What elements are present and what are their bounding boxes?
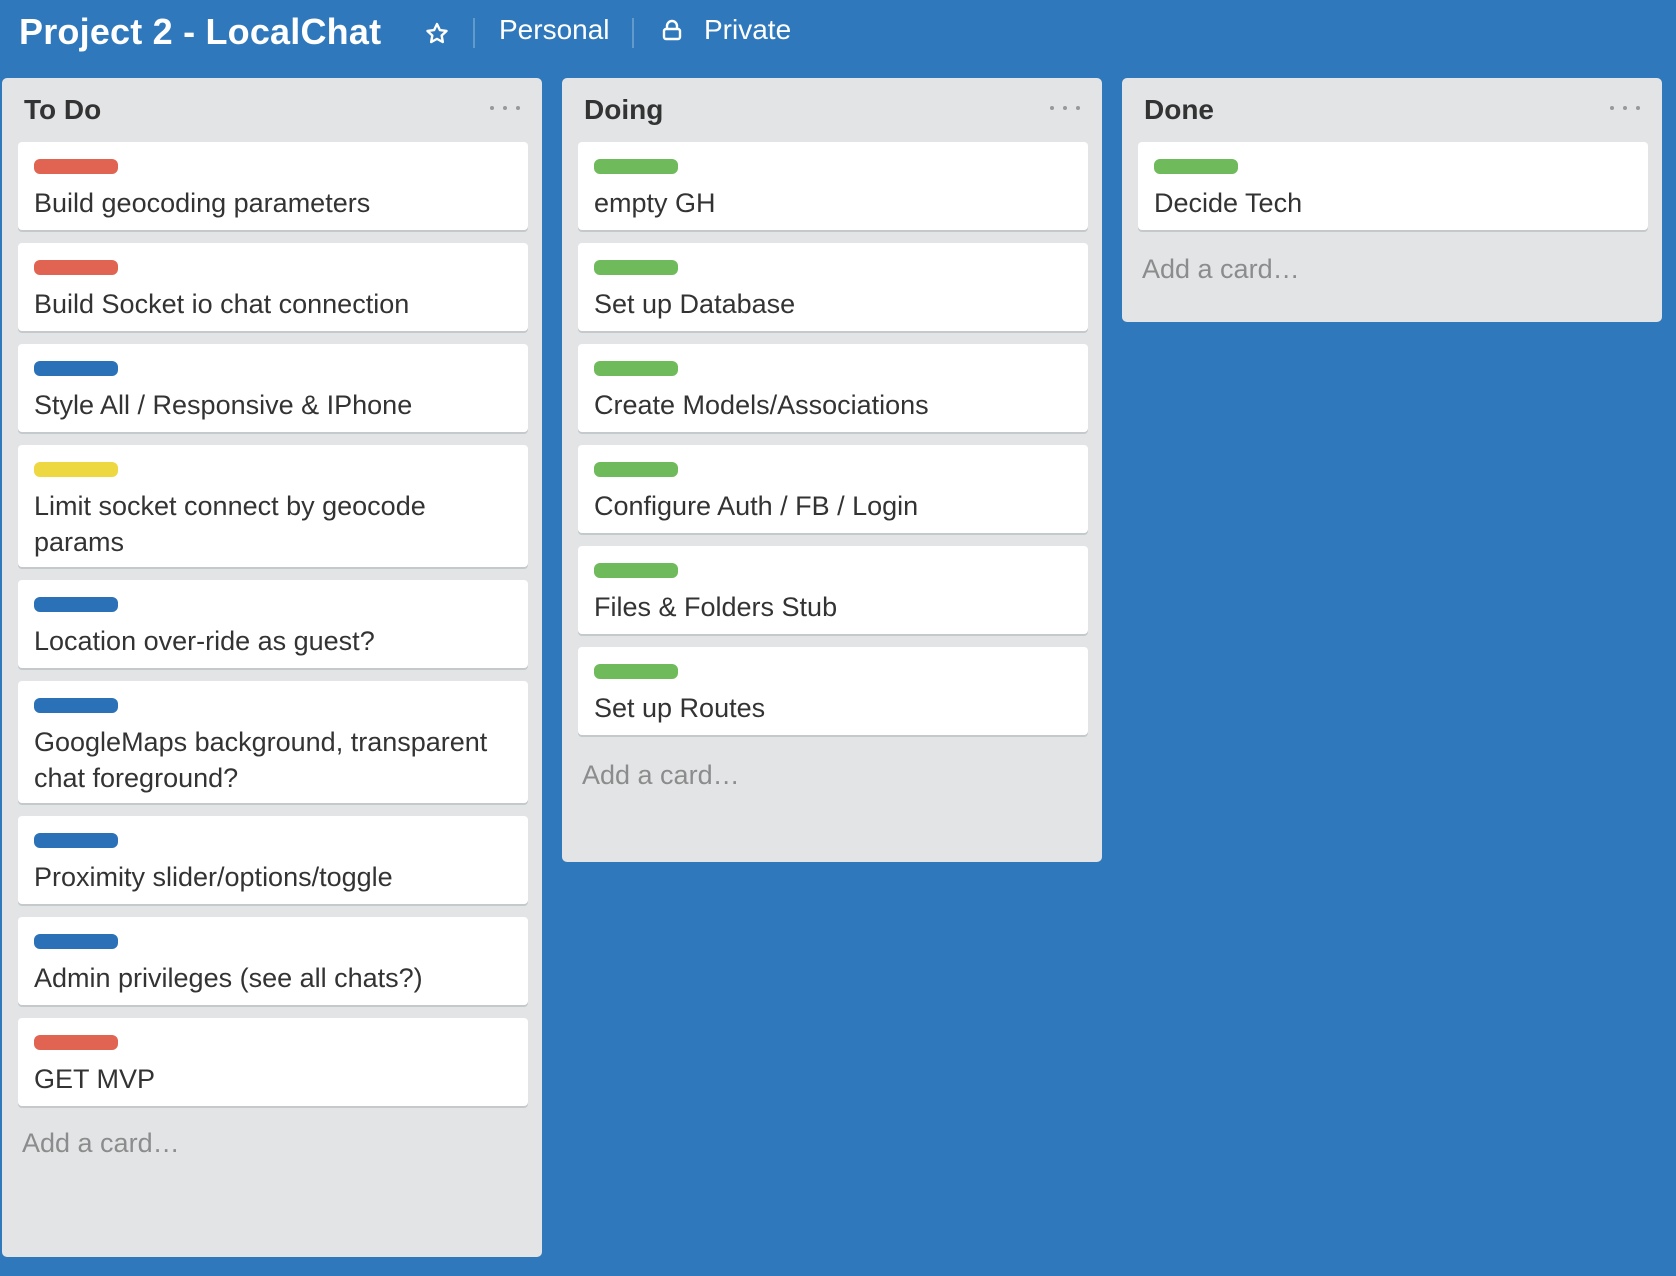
card-label-red: [34, 260, 118, 275]
board-title[interactable]: Project 2 - LocalChat: [19, 11, 381, 53]
list-title[interactable]: Doing: [584, 94, 663, 126]
card[interactable]: Set up Routes: [578, 647, 1088, 735]
card-label-green: [594, 462, 678, 477]
card-label-blue: [34, 361, 118, 376]
card-label-red: [34, 1035, 118, 1050]
header-divider: [632, 18, 634, 48]
card-label-blue: [34, 597, 118, 612]
card-label-yellow: [34, 462, 118, 477]
card[interactable]: Build geocoding parameters: [18, 142, 528, 230]
card-label-green: [594, 361, 678, 376]
list-menu-button[interactable]: [1050, 98, 1080, 118]
add-card-button[interactable]: Add a card…: [582, 760, 740, 791]
card-title: Decide Tech: [1154, 188, 1303, 218]
card-label-green: [594, 260, 678, 275]
visibility-button[interactable]: Private: [658, 14, 791, 46]
list-todo: To Do Build geocoding parameters Build S…: [2, 78, 542, 1257]
card-label-green: [1154, 159, 1238, 174]
card-label-blue: [34, 698, 118, 713]
card[interactable]: empty GH: [578, 142, 1088, 230]
card-title: Proximity slider/options/toggle: [34, 862, 393, 892]
card-title: Files & Folders Stub: [594, 592, 838, 622]
card[interactable]: Create Models/Associations: [578, 344, 1088, 432]
card-title: Style All / Responsive & IPhone: [34, 390, 413, 420]
list-title[interactable]: To Do: [24, 94, 101, 126]
card[interactable]: Files & Folders Stub: [578, 546, 1088, 634]
team-button[interactable]: Personal: [499, 14, 610, 46]
card-title: Limit socket connect by geocode params: [34, 491, 426, 557]
card[interactable]: Limit socket connect by geocode params: [18, 445, 528, 567]
add-card-button[interactable]: Add a card…: [1142, 254, 1300, 285]
card-title: Create Models/Associations: [594, 390, 929, 420]
card-title: GET MVP: [34, 1064, 156, 1094]
list-title[interactable]: Done: [1144, 94, 1214, 126]
list-menu-button[interactable]: [1610, 98, 1640, 118]
card-title: Admin privileges (see all chats?): [34, 963, 423, 993]
card[interactable]: GoogleMaps background, transparent chat …: [18, 681, 528, 803]
card[interactable]: Location over-ride as guest?: [18, 580, 528, 668]
card-label-red: [34, 159, 118, 174]
more-icon: [1050, 106, 1054, 110]
card-title: Set up Routes: [594, 693, 766, 723]
card-label-blue: [34, 833, 118, 848]
card-title: GoogleMaps background, transparent chat …: [34, 727, 488, 793]
card-label-green: [594, 159, 678, 174]
add-card-button[interactable]: Add a card…: [22, 1128, 180, 1159]
card-title: Build Socket io chat connection: [34, 289, 410, 319]
card-title: Location over-ride as guest?: [34, 626, 375, 656]
card[interactable]: Style All / Responsive & IPhone: [18, 344, 528, 432]
card-title: empty GH: [594, 188, 716, 218]
card-label-green: [594, 664, 678, 679]
card[interactable]: Configure Auth / FB / Login: [578, 445, 1088, 533]
card-title: Configure Auth / FB / Login: [594, 491, 919, 521]
visibility-label: Private: [704, 14, 792, 45]
lock-icon: [658, 16, 686, 44]
card[interactable]: Build Socket io chat connection: [18, 243, 528, 331]
header-divider: [473, 18, 475, 48]
list-done: Done Decide Tech Add a card…: [1122, 78, 1662, 322]
star-icon: [426, 22, 448, 44]
list-menu-button[interactable]: [490, 98, 520, 118]
card[interactable]: Proximity slider/options/toggle: [18, 816, 528, 904]
card[interactable]: Admin privileges (see all chats?): [18, 917, 528, 1005]
card[interactable]: GET MVP: [18, 1018, 528, 1106]
card-label-green: [594, 563, 678, 578]
card-title: Build geocoding parameters: [34, 188, 371, 218]
card-label-blue: [34, 934, 118, 949]
card[interactable]: Set up Database: [578, 243, 1088, 331]
list-doing: Doing empty GH Set up Database Create Mo…: [562, 78, 1102, 862]
card-title: Set up Database: [594, 289, 796, 319]
more-icon: [490, 106, 494, 110]
star-button[interactable]: [420, 17, 454, 51]
more-icon: [1610, 106, 1614, 110]
card[interactable]: Decide Tech: [1138, 142, 1648, 230]
board-header: Project 2 - LocalChat Personal Private: [0, 0, 1676, 70]
